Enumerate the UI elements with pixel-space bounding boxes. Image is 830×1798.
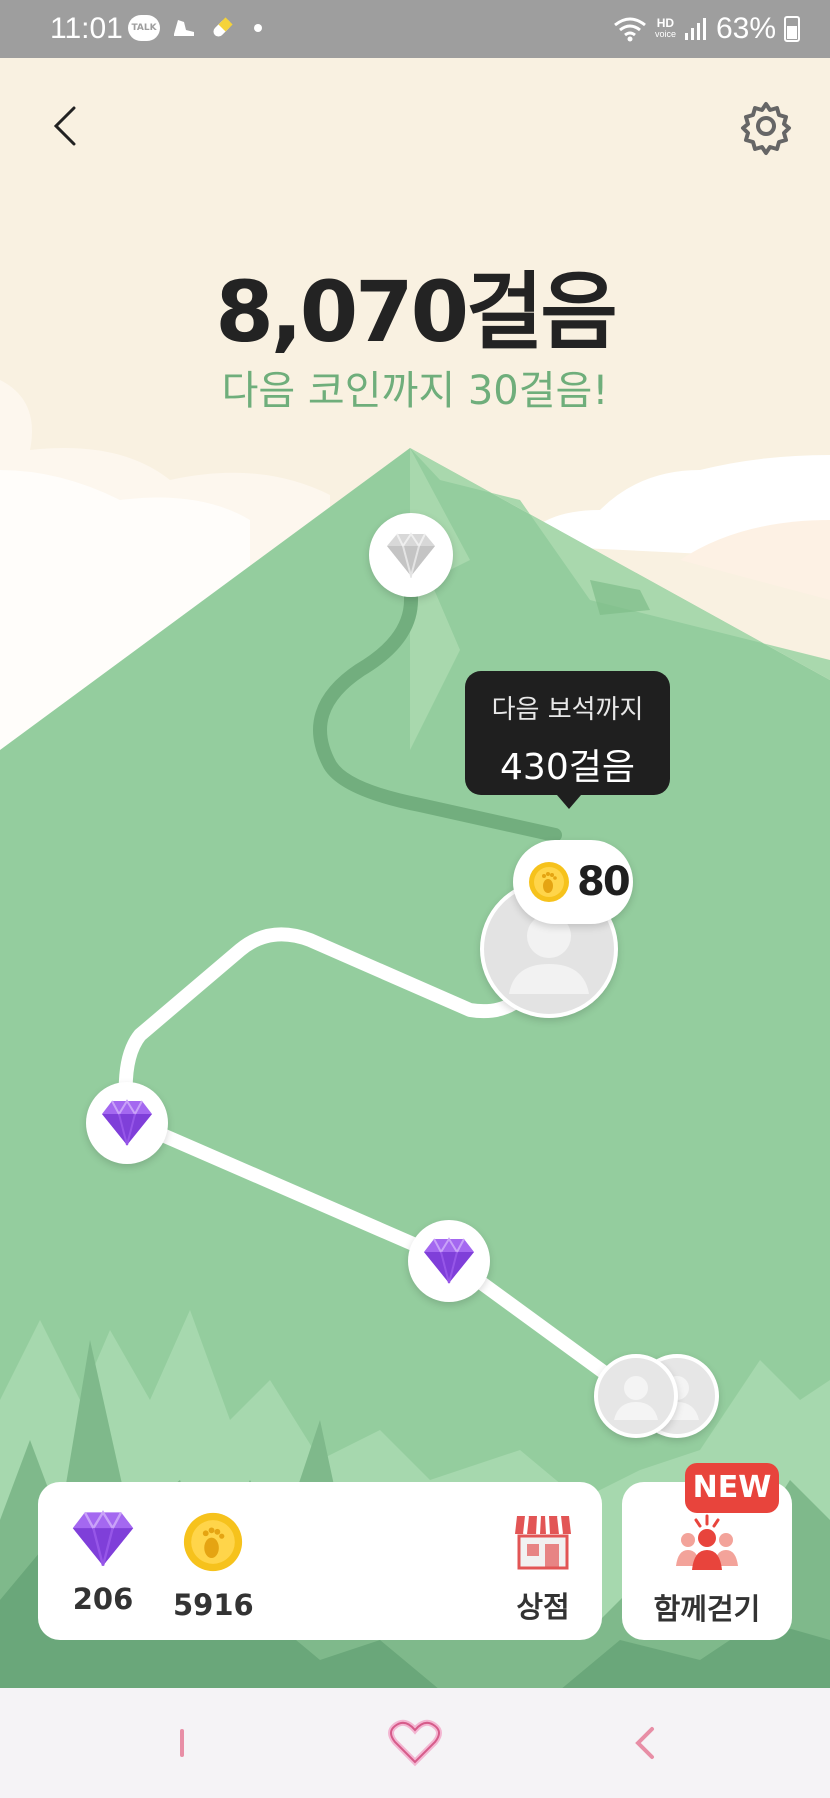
- gem-icon: [102, 1099, 152, 1146]
- heart-home-icon: [388, 1719, 442, 1767]
- notification-icons: TALK: [128, 14, 262, 42]
- avatar-icon: [614, 1376, 658, 1420]
- battery-icon: [784, 16, 800, 42]
- path-node-gem-purple[interactable]: [408, 1220, 490, 1302]
- path-node-gem-gray[interactable]: [369, 513, 453, 597]
- back-button[interactable]: [40, 96, 90, 156]
- nav-home-button[interactable]: [385, 1718, 445, 1768]
- recents-icon: [180, 1729, 184, 1757]
- status-bar: 11:01 TALK HD voice 63%: [0, 0, 830, 58]
- nav-recents-button[interactable]: [152, 1718, 212, 1768]
- shop-button[interactable]: 상점: [503, 1512, 583, 1626]
- status-time: 11:01: [50, 12, 123, 45]
- coin-reward-bubble[interactable]: 80: [513, 840, 633, 924]
- footprint-coin-icon: [529, 862, 569, 902]
- walk-together-label: 함께걷기: [653, 1592, 761, 1626]
- wifi-icon: [614, 17, 646, 42]
- pill-icon: [213, 17, 233, 37]
- signal-icon: [684, 18, 706, 40]
- shop-icon: [515, 1515, 571, 1570]
- system-icons: HD voice 63%: [613, 12, 800, 46]
- next-gem-tooltip: 다음 보석까지 430걸음: [465, 671, 670, 809]
- chevron-left-icon: [53, 106, 76, 146]
- path-node-gem-purple[interactable]: [86, 1082, 168, 1164]
- shop-label: 상점: [516, 1590, 570, 1624]
- footprint-coin-icon: [183, 1512, 243, 1572]
- tooltip-steps: 430걸음: [500, 747, 635, 788]
- talk-icon: TALK: [128, 15, 160, 41]
- inventory-card: 206 5916 상점: [38, 1482, 602, 1640]
- gem-icon: [72, 1510, 134, 1566]
- gem-icon: [424, 1237, 474, 1284]
- shoe-icon: [174, 20, 194, 36]
- tooltip-label: 다음 보석까지: [491, 695, 644, 725]
- back-arrow-icon: [635, 1727, 654, 1759]
- next-coin-message: 다음 코인까지 30걸음!: [221, 368, 609, 414]
- coin-count-value: 5916: [173, 1588, 254, 1622]
- gem-icon: [387, 532, 435, 578]
- gem-count: 206: [68, 1510, 138, 1616]
- coin-count: 5916: [173, 1510, 254, 1622]
- gear-icon: [741, 102, 791, 155]
- gem-count-value: 206: [72, 1582, 134, 1616]
- voice-label: voice: [654, 29, 676, 39]
- total-steps: 8,070걸음: [215, 263, 617, 361]
- more-notifications-dot: [254, 24, 262, 32]
- path-node-friend-avatar[interactable]: [594, 1354, 678, 1438]
- new-badge: NEW: [685, 1463, 779, 1513]
- nav-back-button[interactable]: [615, 1718, 675, 1768]
- battery-percent: 63%: [715, 12, 776, 45]
- settings-button[interactable]: [736, 96, 796, 156]
- hd-voice-icon: HD voice: [654, 16, 676, 40]
- coin-reward-value: 80: [577, 859, 631, 905]
- walk-together-content: 함께걷기: [642, 1514, 772, 1628]
- group-people-icon: [676, 1514, 738, 1570]
- hd-label: HD: [656, 16, 675, 30]
- system-navigation-bar: [0, 1688, 830, 1798]
